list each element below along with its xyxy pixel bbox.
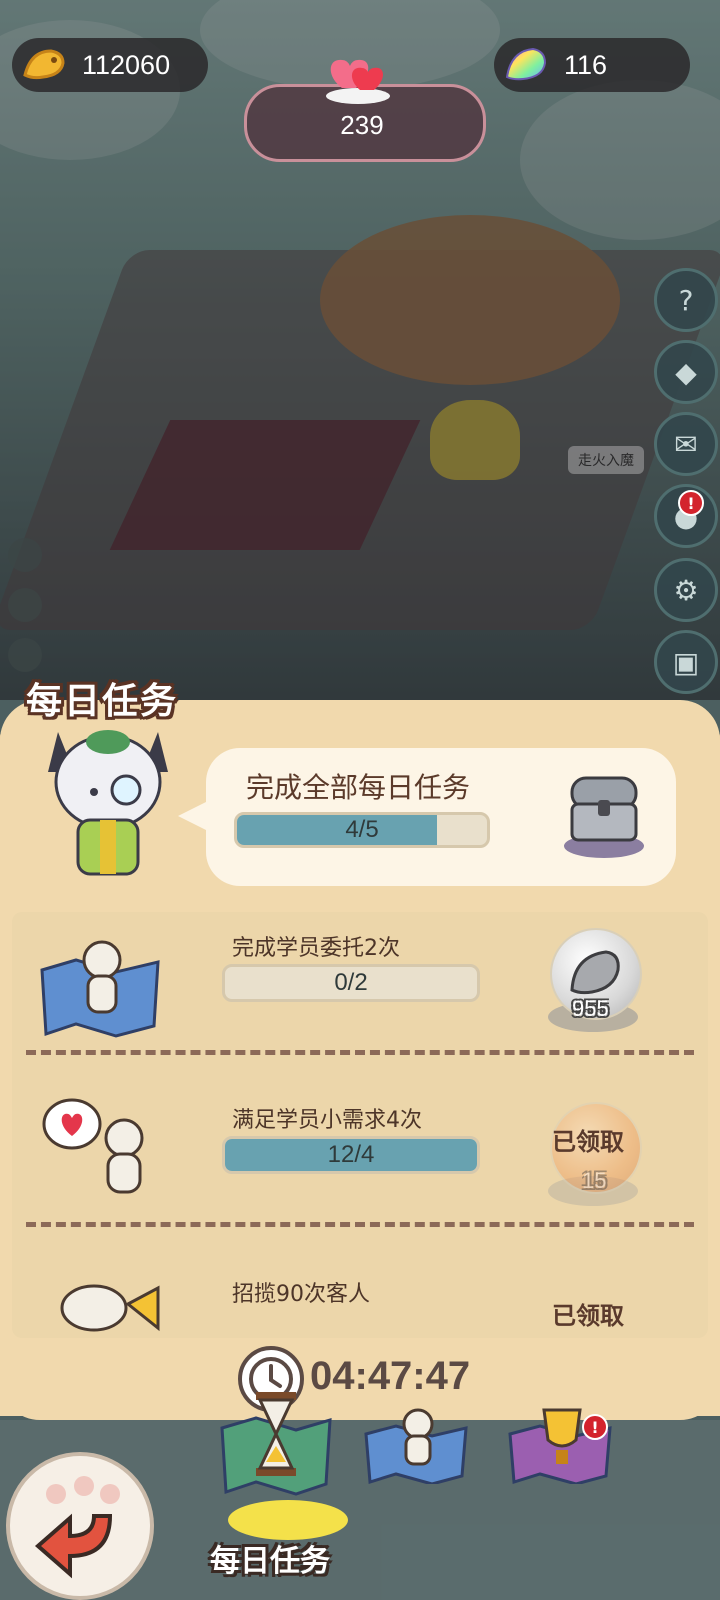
fish-icon	[20, 41, 68, 89]
task-progress-bar: 12/4	[222, 1136, 480, 1174]
hearts-value: 239	[340, 110, 384, 140]
task-row: 满足学员小需求4次 12/4 15 已领取	[12, 1084, 708, 1256]
task-row: 招揽90次客人 已领取	[12, 1258, 708, 1338]
gem-currency[interactable]: 116	[494, 38, 690, 92]
back-button[interactable]	[6, 1452, 154, 1600]
task-name: 招揽90次客人	[232, 1282, 370, 1307]
help-button[interactable]: ?	[654, 268, 718, 332]
hearts-icon	[322, 46, 394, 110]
claimed-label: 已领取	[552, 1128, 624, 1156]
achievement-alert-badge: !	[582, 1414, 608, 1440]
tab-daily-tasks-label: 每日任务	[210, 1544, 330, 1579]
tab-commissions[interactable]	[362, 1404, 472, 1488]
heart-request-icon	[40, 1094, 160, 1208]
card-button[interactable]: ◆	[654, 340, 718, 404]
rainbow-fish-icon	[502, 41, 550, 89]
left-menu-icon[interactable]	[8, 538, 42, 572]
task-progress-text: 12/4	[327, 1141, 375, 1168]
task-row: 完成学员委托2次 0/2 955	[12, 912, 708, 1084]
commission-map-icon	[364, 1408, 468, 1486]
claimed-label: 已领取	[552, 1302, 624, 1330]
summary-title: 完成全部每日任务	[246, 771, 471, 804]
settings-button[interactable]: ⚙	[654, 558, 718, 622]
summary-progress-bar: 4/5	[234, 812, 490, 848]
task-name: 满足学员小需求4次	[232, 1108, 422, 1133]
back-arrow-icon	[34, 1476, 120, 1579]
tab-daily-tasks[interactable]	[216, 1384, 336, 1508]
dashed-divider	[26, 1050, 694, 1055]
task-progress-bar: 0/2	[222, 964, 480, 1002]
reward-chest[interactable]	[564, 770, 644, 864]
left-menu-icon[interactable]	[8, 638, 42, 672]
fish-value: 112060	[82, 49, 171, 80]
fish-currency[interactable]: 112060	[12, 38, 208, 92]
cat-teacher-character	[38, 712, 178, 886]
horn-icon	[58, 1268, 168, 1338]
bag-button[interactable]: ▣	[654, 630, 718, 694]
task-name: 完成学员委托2次	[232, 936, 400, 961]
trophy-map-icon	[508, 1408, 612, 1486]
card-icon: ◆	[675, 355, 697, 389]
mail-button[interactable]: ✉	[654, 412, 718, 476]
gear-icon: ⚙	[673, 573, 699, 607]
commission-map-icon	[36, 930, 166, 1044]
reward-value: 955	[572, 996, 609, 1021]
task-progress-text: 0/2	[334, 969, 368, 996]
tab-achievements[interactable]	[506, 1400, 616, 1488]
summary-progress-text: 4/5	[345, 816, 379, 843]
hourglass-map-icon	[220, 1392, 332, 1496]
question-icon: ?	[678, 283, 694, 317]
notification-badge: !	[678, 490, 704, 516]
task-list[interactable]: 完成学员委托2次 0/2 955 满足学员小需求4次 12/4 15 已领取 招…	[12, 912, 708, 1338]
mail-icon: ✉	[674, 427, 698, 461]
dashed-divider	[26, 1222, 694, 1227]
bubble-tail	[178, 800, 210, 832]
briefcase-icon: ▣	[672, 645, 700, 679]
reward-value: 15	[582, 1168, 607, 1193]
left-menu-icon[interactable]	[8, 588, 42, 622]
gem-value: 116	[564, 49, 608, 80]
